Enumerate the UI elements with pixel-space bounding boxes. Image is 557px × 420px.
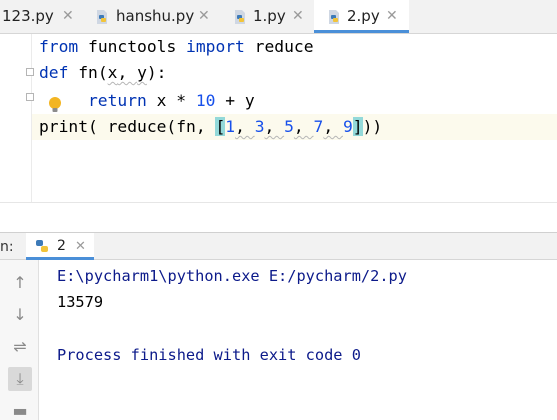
run-tab-label: 2 [57, 238, 66, 254]
close-icon[interactable]: ✕ [198, 8, 210, 24]
python-file-icon [97, 10, 107, 24]
run-tool-window-header: n: 2 ✕ [0, 232, 557, 260]
tab-label: 123.py [2, 7, 54, 25]
code-line-1: from functools import reduce [39, 37, 314, 56]
tab-label: 1.py [253, 7, 286, 25]
console-output-line: 13579 [57, 293, 104, 311]
soft-wrap-icon[interactable]: ⇌ [11, 338, 29, 356]
code-line-4: print( reduce(fn, [1, 3, 5, 7, 9])) [39, 117, 383, 136]
tab-label: 2.py [347, 7, 380, 25]
tab-1-py[interactable]: 1.py ✕ [220, 0, 314, 33]
close-icon[interactable]: ✕ [75, 239, 86, 254]
editor-empty-area [0, 202, 557, 233]
close-icon[interactable]: ✕ [62, 8, 74, 24]
fold-marker-icon[interactable] [26, 68, 34, 76]
run-tab-2[interactable]: 2 ✕ [26, 233, 94, 260]
print-icon[interactable]: ▬ [11, 402, 29, 420]
lightbulb-icon[interactable] [48, 96, 62, 114]
fold-marker-icon[interactable] [26, 93, 34, 101]
arrow-down-icon[interactable]: ↓ [11, 306, 29, 324]
console-command-line: E:\pycharm1\python.exe E:/pycharm/2.py [57, 267, 407, 285]
tab-123-py[interactable]: 123.py ✕ [0, 0, 82, 33]
code-editor[interactable]: from functools import reduce def fn(x, y… [0, 34, 557, 202]
close-icon[interactable]: ✕ [386, 8, 398, 24]
editor-tab-bar: 123.py ✕ hanshu.py ✕ 1.py ✕ 2.py ✕ [0, 0, 557, 34]
python-run-icon [36, 240, 48, 252]
tab-label: hanshu.py [116, 7, 195, 25]
run-panel-prefix: n: [0, 239, 14, 255]
run-console[interactable]: ↑ ↓ ⇌ ⤓ ▬ E:\pycharm1\python.exe E:/pych… [0, 260, 557, 420]
close-icon[interactable]: ✕ [292, 8, 304, 24]
python-file-icon [235, 10, 245, 24]
python-file-icon [329, 10, 339, 24]
code-line-2: def fn(x, y): [39, 63, 167, 82]
scroll-to-end-icon[interactable]: ⤓ [8, 367, 32, 391]
arrow-up-icon[interactable]: ↑ [11, 274, 29, 292]
editor-gutter[interactable] [0, 34, 32, 202]
console-exit-message: Process finished with exit code 0 [57, 346, 361, 364]
code-line-3: return x * 10 + y [88, 91, 255, 110]
tab-hanshu-py[interactable]: hanshu.py ✕ [82, 0, 220, 33]
tab-2-py[interactable]: 2.py ✕ [314, 0, 409, 33]
console-toolbar: ↑ ↓ ⇌ ⤓ ▬ [0, 260, 39, 420]
